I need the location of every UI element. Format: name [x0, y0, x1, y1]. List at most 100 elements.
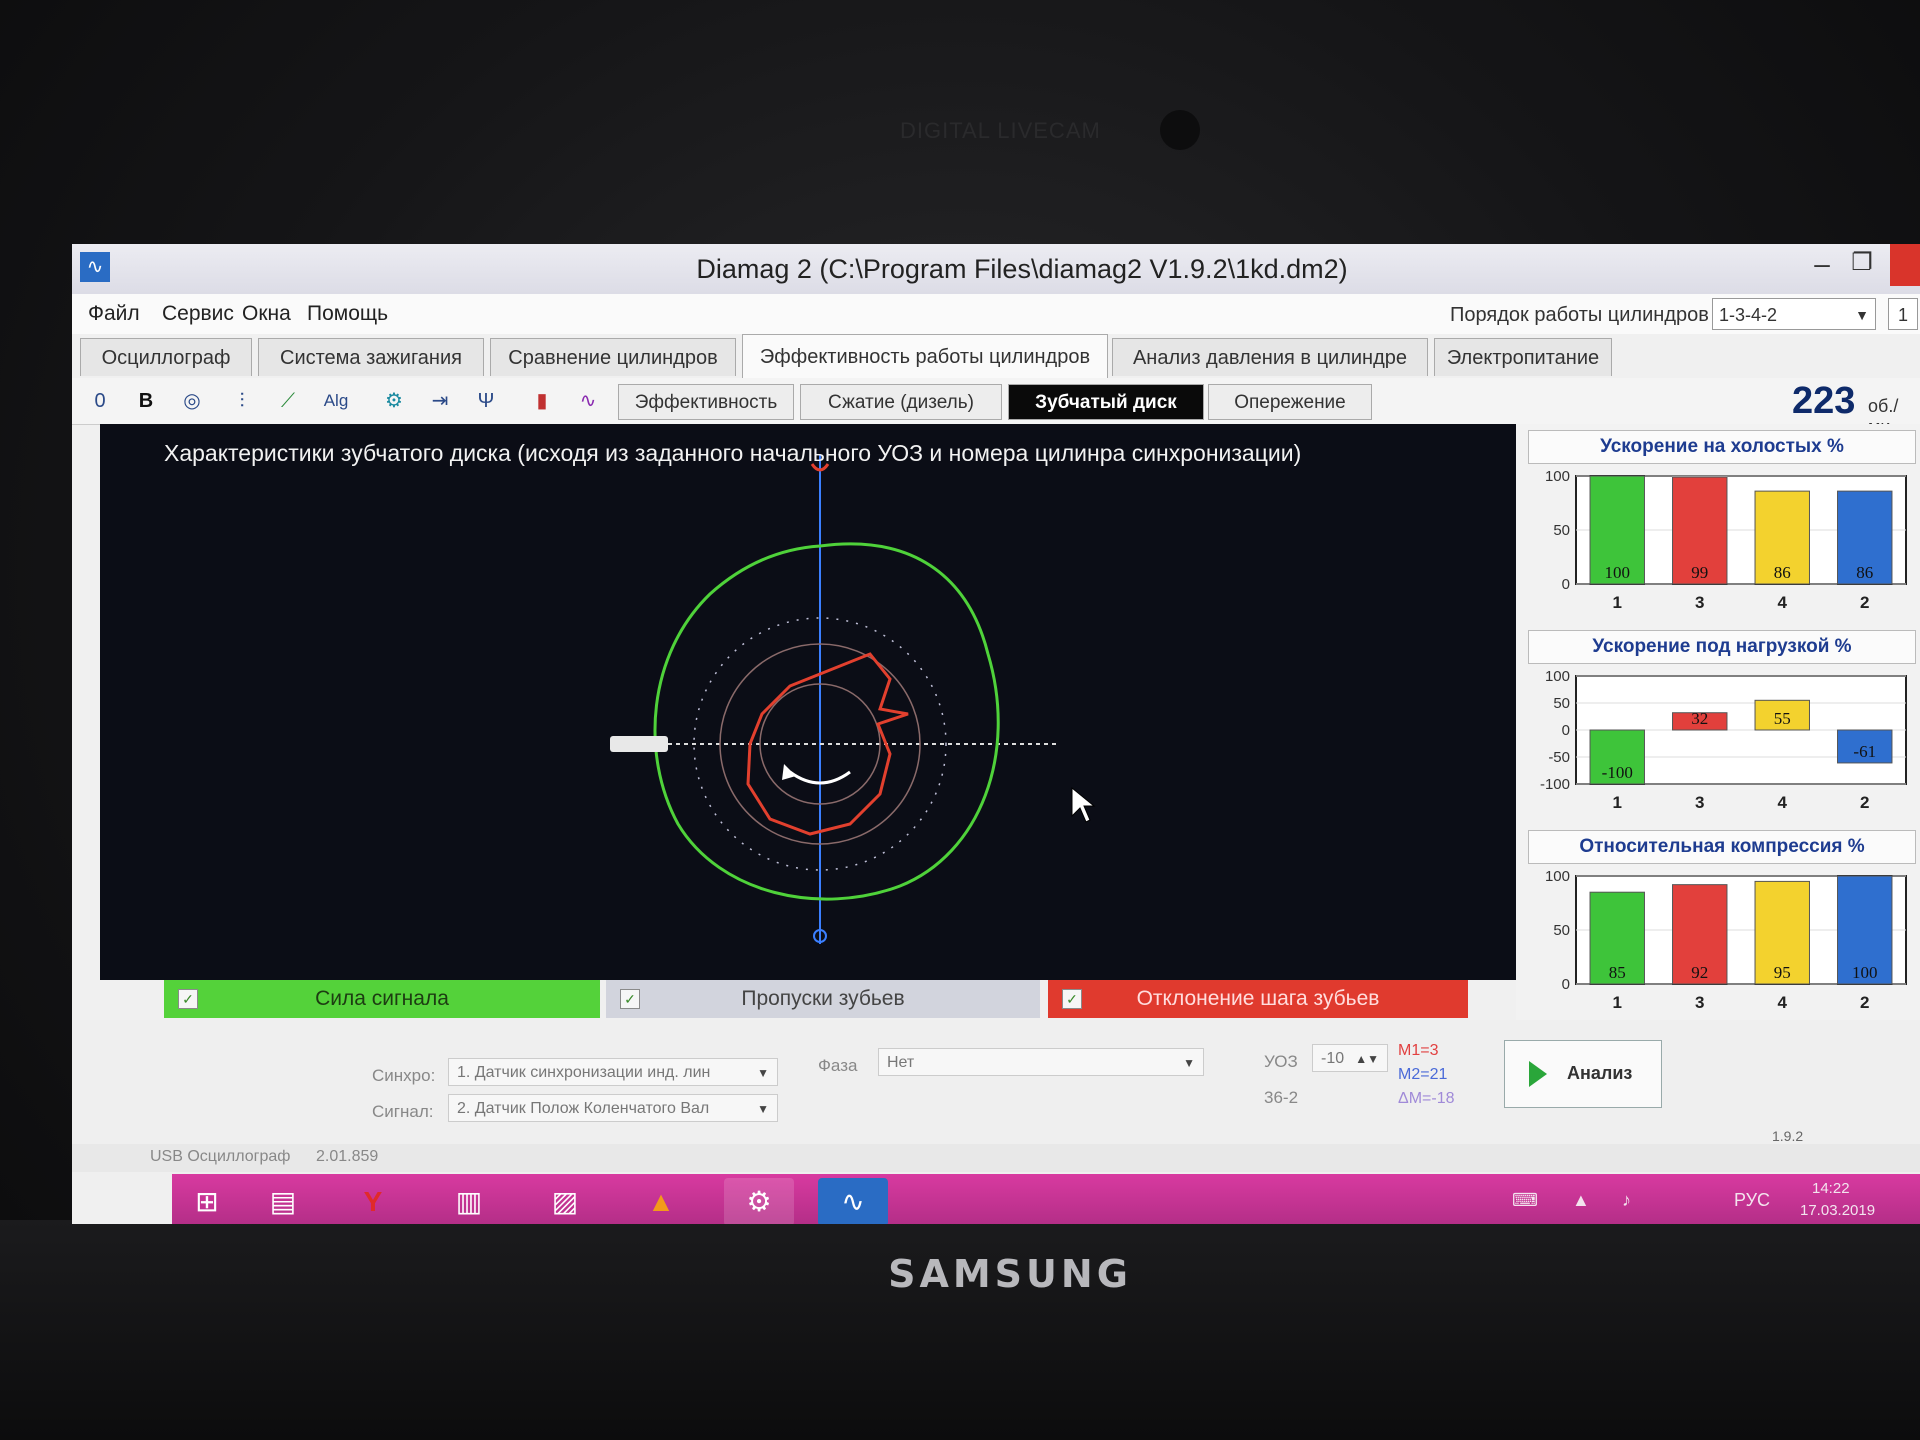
legend-signal-strength[interactable]: ✓ Сила сигнала: [164, 980, 600, 1018]
menu-file[interactable]: Файл: [88, 302, 140, 326]
category-label: 1: [1613, 993, 1622, 1012]
trend-icon[interactable]: ⟋: [268, 382, 308, 420]
analyze-button[interactable]: Анализ: [1504, 1040, 1662, 1108]
delta-m-value: ΔМ=-18: [1398, 1090, 1455, 1107]
diamag-taskbar-icon[interactable]: ∿: [818, 1178, 888, 1224]
menu-windows[interactable]: Окна: [242, 302, 291, 326]
cylinders-icon[interactable]: ⚙: [374, 382, 414, 420]
diamag-app-icon[interactable]: ∿: [80, 252, 110, 282]
subtab-efficiency[interactable]: Эффективность: [618, 384, 794, 420]
alg-icon[interactable]: Alg: [316, 382, 356, 420]
cylinder-order-select[interactable]: 1-3-4-2 ▼: [1712, 298, 1876, 330]
data-label: 95: [1774, 963, 1791, 982]
sync-marker-icon: [610, 736, 668, 752]
data-label: 92: [1691, 963, 1708, 982]
data-label: 99: [1691, 563, 1708, 582]
signal-select[interactable]: 2. Датчик Полож Коленчатого Вал ▼: [448, 1094, 778, 1122]
rotation-arrowhead-icon: [782, 764, 796, 780]
minimize-button[interactable]: –: [1802, 248, 1842, 284]
legend-tooth-skips[interactable]: ✓ Пропуски зубьев: [606, 980, 1040, 1018]
signal-strength-trace: [653, 542, 1000, 901]
volume-icon[interactable]: ♪: [1622, 1190, 1631, 1211]
zero-offset-icon[interactable]: 0: [80, 382, 120, 420]
menu-service[interactable]: Сервис: [162, 302, 234, 326]
subtab-tooth-disk[interactable]: Зубчатый диск: [1008, 384, 1204, 420]
subtab-advance[interactable]: Опережение: [1208, 384, 1372, 420]
rpm-scale-icon[interactable]: ⫶: [222, 382, 262, 420]
laptop-brand-logo: SAMSUNG: [888, 1252, 1132, 1296]
settings-icon[interactable]: ⚙: [724, 1178, 794, 1224]
checkbox-signal[interactable]: ✓: [178, 989, 198, 1009]
chart-title: Ускорение на холостых %: [1528, 430, 1916, 464]
m1-value: М1=3: [1398, 1042, 1439, 1059]
chevron-down-icon: ▼: [757, 1066, 769, 1080]
spinner-arrows-icon[interactable]: ▲▼: [1355, 1045, 1379, 1073]
chart-plot: -100 -50 0 50 100 -100 1 32 3 55 4 -61 2: [1540, 668, 1907, 812]
signal-label: Сигнал:: [372, 1102, 434, 1121]
category-label: 4: [1778, 993, 1788, 1012]
bold-icon[interactable]: B: [126, 382, 166, 420]
data-label: -61: [1853, 742, 1876, 761]
tab-pressure-analysis[interactable]: Анализ давления в цилиндре: [1112, 338, 1428, 376]
clock-time[interactable]: 14:22: [1812, 1180, 1850, 1197]
legend-tooth-deviation[interactable]: ✓ Отклонение шага зубьев: [1048, 980, 1468, 1018]
signal-value: 2. Датчик Полож Коленчатого Вал: [457, 1100, 710, 1117]
data-label: 32: [1691, 709, 1708, 728]
bars-icon[interactable]: ▮: [522, 382, 562, 420]
tab-ignition[interactable]: Система зажигания: [258, 338, 484, 376]
subtab-compression[interactable]: Сжатие (дизель): [800, 384, 1002, 420]
uoz-label: УОЗ: [1264, 1052, 1298, 1071]
maximize-button[interactable]: ❐: [1842, 248, 1882, 284]
y-tick-label: 50: [1553, 922, 1570, 939]
legend-signal-label: Сила сигнала: [315, 987, 449, 1010]
y-tick-label: 100: [1545, 868, 1570, 885]
folder-icon[interactable]: ▥: [434, 1178, 504, 1224]
language-indicator[interactable]: РУС: [1734, 1190, 1770, 1211]
category-label: 1: [1613, 793, 1622, 812]
window-title: Diamag 2 (C:\Program Files\diamag2 V1.9.…: [696, 254, 1348, 284]
tooth-disk-panel: Характеристики зубчатого диска (исходя и…: [100, 424, 1516, 980]
chart-title: Относительная компрессия %: [1528, 830, 1916, 864]
category-label: 2: [1860, 793, 1869, 812]
numbering-icon[interactable]: ⇥: [420, 382, 460, 420]
keyboard-icon[interactable]: ⌨: [1512, 1190, 1538, 1211]
tab-cylinder-efficiency[interactable]: Эффективность работы цилиндров: [742, 334, 1108, 378]
tab-power-supply[interactable]: Электропитание: [1434, 338, 1612, 376]
y-tick-label: 0: [1562, 976, 1570, 993]
device-version: 2.01.859: [316, 1148, 379, 1165]
network-icon[interactable]: ▲: [1572, 1190, 1590, 1211]
play-icon: [1529, 1061, 1547, 1087]
y-tick-label: -100: [1540, 776, 1570, 793]
y-tick-label: 50: [1553, 695, 1570, 712]
menu-help[interactable]: Помощь: [307, 302, 388, 326]
uoz-spinner[interactable]: -10 ▲▼: [1312, 1044, 1388, 1072]
data-label: 86: [1856, 563, 1873, 582]
sync-label: Синхро:: [372, 1066, 436, 1085]
filter-icon[interactable]: Ψ: [466, 382, 506, 420]
category-label: 4: [1778, 793, 1788, 812]
device-name: USB Осциллограф: [150, 1148, 291, 1165]
sync-select[interactable]: 1. Датчик синхронизации инд. лин ▼: [448, 1058, 778, 1086]
checkbox-skips[interactable]: ✓: [620, 989, 640, 1009]
photos-icon[interactable]: ▨: [530, 1178, 600, 1224]
clock-date[interactable]: 17.03.2019: [1800, 1202, 1875, 1219]
yandex-browser-icon[interactable]: Y: [338, 1178, 408, 1224]
tab-oscilloscope[interactable]: Осциллограф: [80, 338, 252, 376]
cylinder-sync-number[interactable]: 1: [1888, 298, 1918, 330]
phase-select[interactable]: Нет ▼: [878, 1048, 1204, 1076]
uoz-value: -10: [1321, 1050, 1345, 1067]
close-button[interactable]: [1890, 244, 1920, 286]
screen: ∿ Diamag 2 (C:\Program Files\diamag2 V1.…: [72, 244, 1920, 1224]
chart-title: Ускорение под нагрузкой %: [1528, 630, 1916, 664]
category-label: 3: [1695, 993, 1704, 1012]
vlc-icon[interactable]: ▲: [626, 1178, 696, 1224]
data-label: 100: [1852, 963, 1878, 982]
uoz-icon[interactable]: ∿: [568, 382, 608, 420]
tab-cylinder-compare[interactable]: Сравнение цилиндров: [490, 338, 736, 376]
file-manager-icon[interactable]: ▤: [248, 1178, 318, 1224]
data-label: 86: [1774, 563, 1791, 582]
start-icon[interactable]: ⊞: [172, 1178, 242, 1224]
checkbox-deviation[interactable]: ✓: [1062, 989, 1082, 1009]
y-tick-label: 0: [1562, 722, 1570, 739]
rpm-icon[interactable]: ◎: [172, 382, 212, 420]
